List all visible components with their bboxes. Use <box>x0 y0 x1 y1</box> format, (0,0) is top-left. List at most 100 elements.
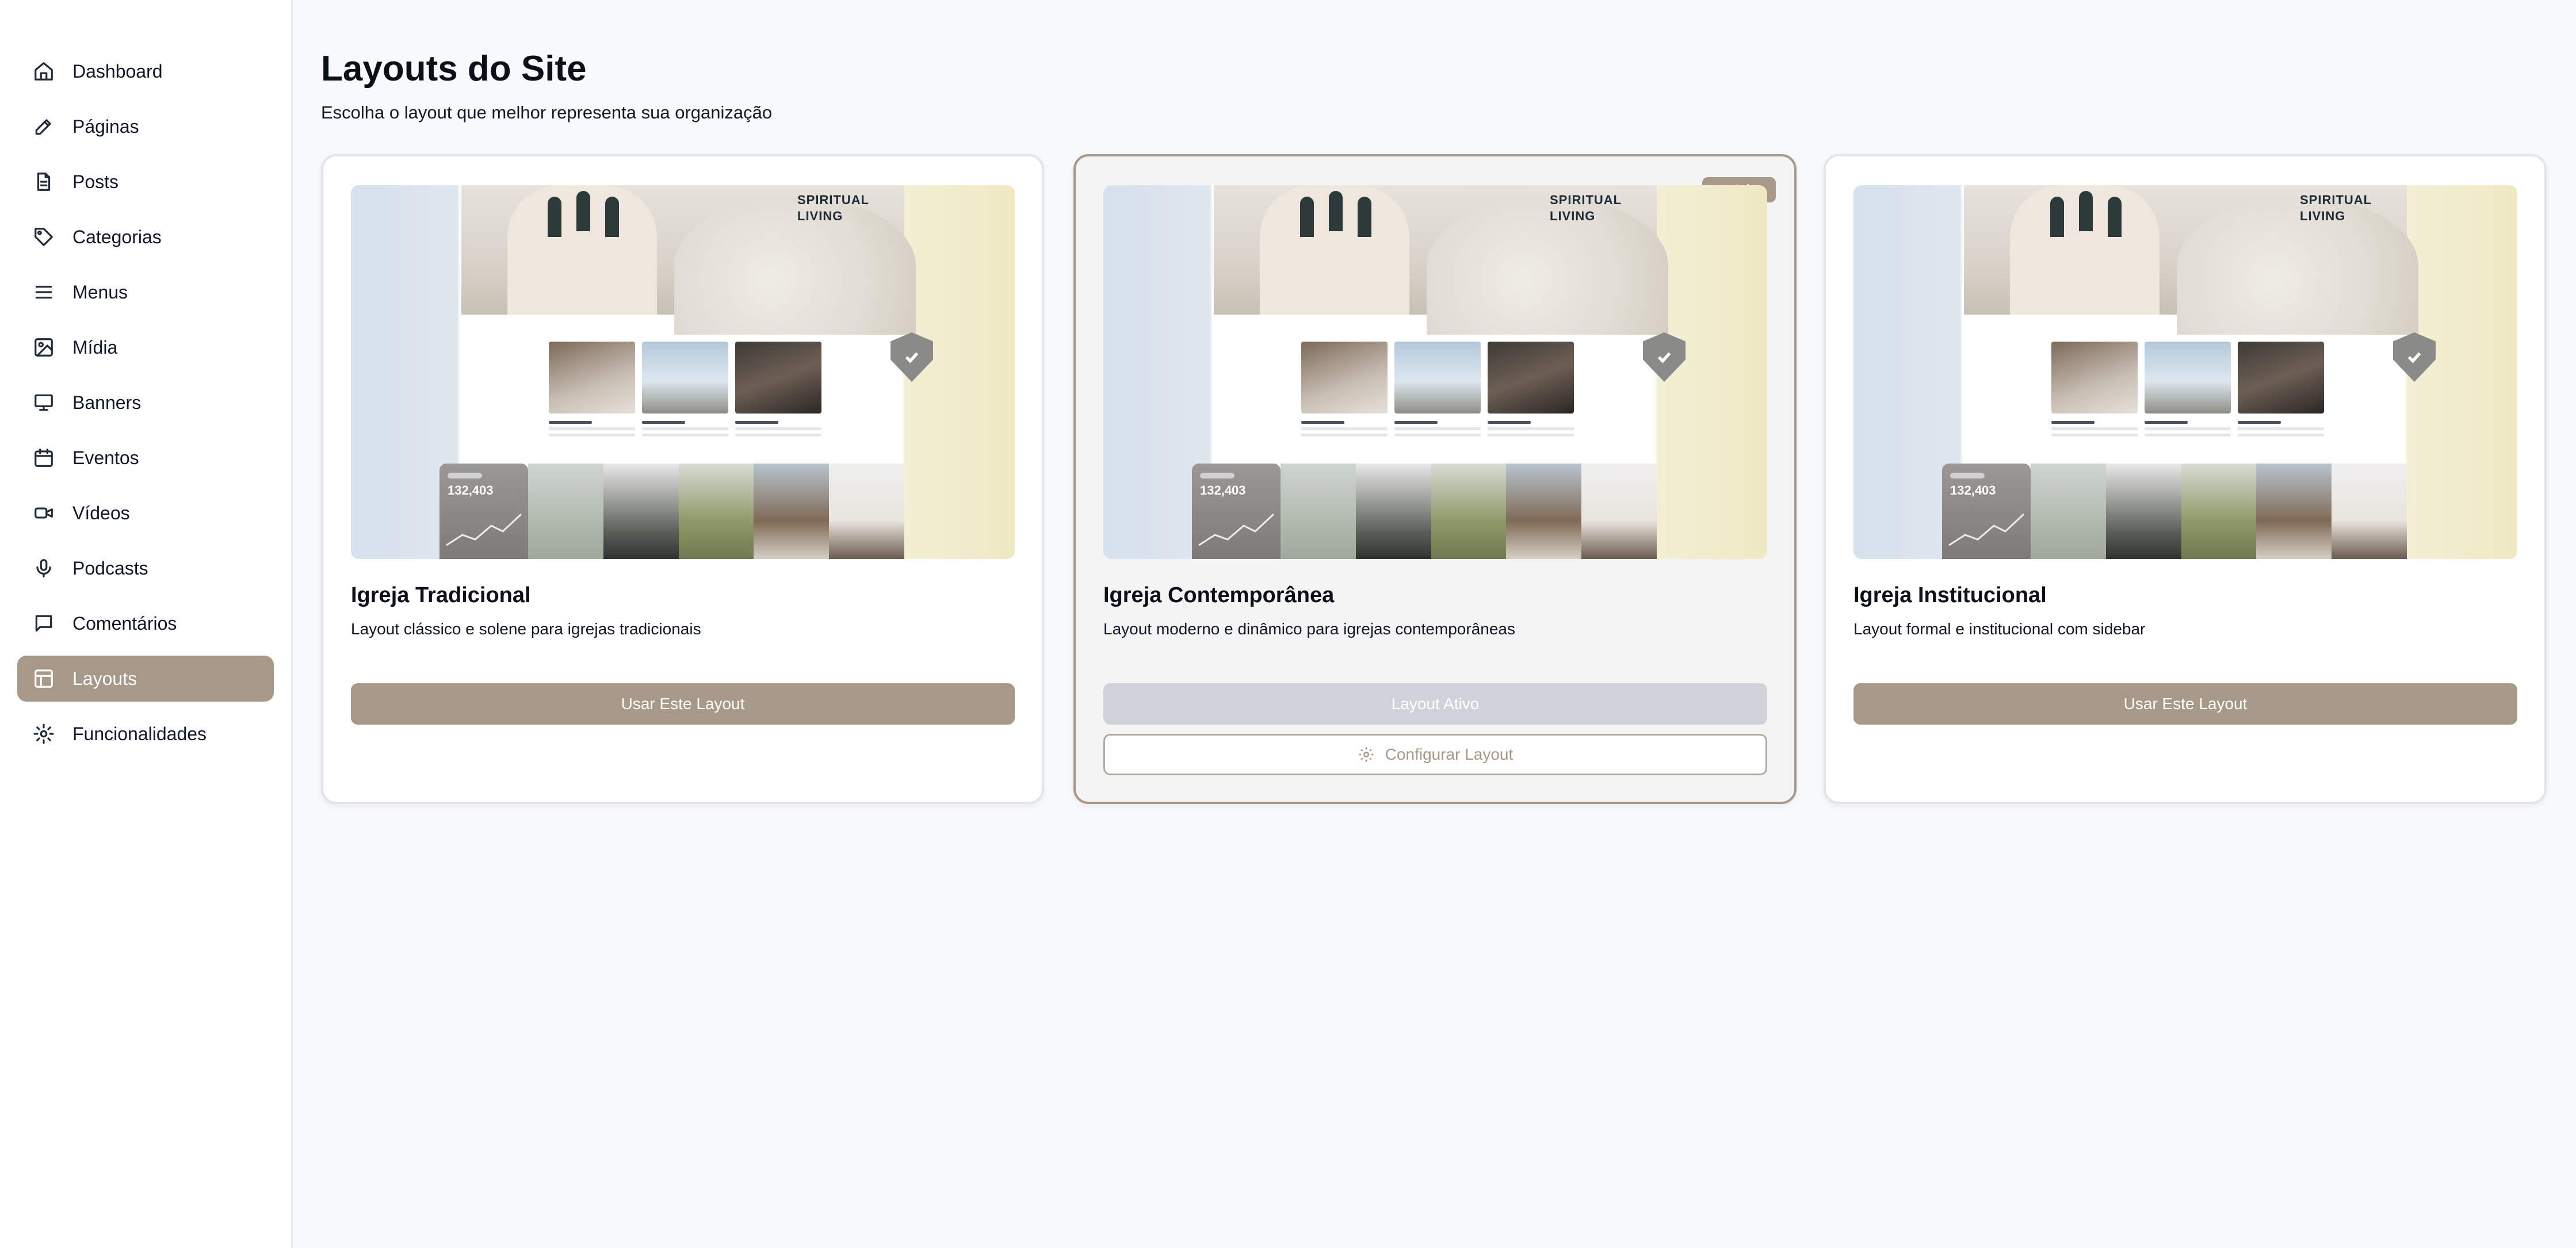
configure-layout-label: Configurar Layout <box>1385 745 1514 763</box>
preview-photo-strip <box>1281 464 1657 559</box>
sidebar-item-label: Layouts <box>72 668 137 689</box>
preview-dome <box>1427 197 1668 335</box>
sidebar-item-menus[interactable]: Menus <box>17 269 274 315</box>
card-title: Igreja Contemporânea <box>1103 583 1335 607</box>
sidebar-item-label: Funcionalidades <box>72 723 207 744</box>
preview-hero-title: SPIRITUAL LIVING <box>1550 192 1622 224</box>
sidebar-item-layouts[interactable]: Layouts <box>17 656 274 702</box>
document-icon <box>32 170 55 193</box>
layout-icon <box>32 667 55 690</box>
sidebar-item-banners[interactable]: Banners <box>17 380 274 426</box>
sidebar-item-posts[interactable]: Posts <box>17 159 274 205</box>
preview-stats-card: 132,403 <box>1942 464 2031 559</box>
preview-tower <box>507 185 657 315</box>
sidebar-item-label: Categorias <box>72 226 162 247</box>
image-icon <box>32 336 55 359</box>
calendar-icon <box>32 446 55 469</box>
preview-thumbnails <box>1301 342 1574 414</box>
sidebar-item-label: Menus <box>72 281 128 303</box>
preview-hero-title: SPIRITUAL LIVING <box>797 192 869 224</box>
preview-dome <box>674 197 916 335</box>
page-title: Layouts do Site <box>321 49 587 89</box>
use-layout-button[interactable]: Usar Este Layout <box>1853 683 2517 725</box>
sidebar-item-dashboard[interactable]: Dashboard <box>17 48 274 94</box>
trend-line-icon <box>446 513 522 546</box>
presentation-icon <box>32 391 55 414</box>
card-description: Layout clássico e solene para igrejas tr… <box>351 620 701 638</box>
preview-stats-card: 132,403 <box>439 464 528 559</box>
preview-text-lines <box>549 421 821 440</box>
card-description: Layout moderno e dinâmico para igrejas c… <box>1103 620 1515 638</box>
preview-thumb <box>642 342 728 414</box>
sidebar-item-label: Posts <box>72 171 119 192</box>
preview-thumb <box>2145 342 2231 414</box>
comment-icon <box>32 612 55 635</box>
active-layout-button: Layout Ativo <box>1103 683 1767 725</box>
tag-icon <box>32 225 55 248</box>
card-description: Layout formal e institucional com sideba… <box>1853 620 2146 638</box>
preview-hero-title-line1: SPIRITUAL <box>1550 193 1622 207</box>
video-icon <box>32 502 55 525</box>
layout-preview-image: SPIRITUAL LIVING 132,403 <box>1853 185 2517 559</box>
preview-hero-title-line2: LIVING <box>2300 209 2346 223</box>
menu-icon <box>32 281 55 304</box>
microphone-icon <box>32 557 55 580</box>
layout-preview-image: SPIRITUAL LIVING 132,403 <box>1103 185 1767 559</box>
sidebar-item-podcasts[interactable]: Podcasts <box>17 545 274 591</box>
preview-stats-card: 132,403 <box>1192 464 1281 559</box>
preview-stat-value: 132,403 <box>448 483 494 497</box>
configure-layout-button[interactable]: Configurar Layout <box>1103 734 1767 775</box>
layout-card-contemporanea: Ativo SPIRITUALLIVING <box>1073 154 1797 804</box>
preview-hero-title-line1: SPIRITUAL <box>2300 193 2372 207</box>
preview-thumb <box>1394 342 1481 414</box>
preview-hero: SPIRITUAL LIVING <box>1214 185 1668 335</box>
layout-preview-image: SPIRITUAL LIVING 132,403 <box>351 185 1015 559</box>
sidebar-item-categorias[interactable]: Categorias <box>17 214 274 260</box>
preview-thumb <box>1488 342 1574 414</box>
trend-line-icon <box>1198 513 1275 546</box>
card-title: Igreja Tradicional <box>351 583 531 607</box>
sidebar-item-label: Páginas <box>72 116 139 137</box>
preview-dome <box>2177 197 2418 335</box>
preview-thumbnails <box>2051 342 2324 414</box>
preview-thumbnails <box>549 342 821 414</box>
sidebar-item-comentarios[interactable]: Comentários <box>17 600 274 646</box>
preview-stat-value: 132,403 <box>1200 483 1246 497</box>
sidebar-item-label: Podcasts <box>72 557 148 579</box>
use-layout-button[interactable]: Usar Este Layout <box>351 683 1015 725</box>
sidebar-item-videos[interactable]: Vídeos <box>17 490 274 536</box>
preview-stat-value: 132,403 <box>1950 483 1996 497</box>
layout-card-tradicional: SPIRITUAL LIVING 132,403 Igreja Tradicio… <box>321 154 1044 804</box>
preview-thumb <box>2051 342 2138 414</box>
sidebar-item-label: Eventos <box>72 447 139 468</box>
preview-hero-title-line1: SPIRITUAL <box>797 193 870 207</box>
sidebar-item-label: Mídia <box>72 336 118 358</box>
layout-card-institucional: SPIRITUAL LIVING 132,403 Igreja Instituc… <box>1824 154 2547 804</box>
sidebar-item-midia[interactable]: Mídia <box>17 324 274 370</box>
preview-hero: SPIRITUAL LIVING <box>1964 185 2418 335</box>
shield-check-icon <box>890 332 933 382</box>
preview-hero-title-line2: LIVING <box>1550 209 1596 223</box>
gear-icon <box>32 722 55 745</box>
preview-thumb <box>1301 342 1388 414</box>
gear-icon <box>1359 747 1374 762</box>
shield-check-icon <box>2393 332 2436 382</box>
trend-line-icon <box>1948 513 2025 546</box>
sidebar-item-label: Comentários <box>72 612 177 634</box>
preview-photo-strip <box>528 464 904 559</box>
sidebar-item-funcionalidades[interactable]: Funcionalidades <box>17 711 274 757</box>
sidebar-item-paginas[interactable]: Páginas <box>17 104 274 150</box>
pencil-icon <box>32 115 55 138</box>
sidebar: Dashboard Páginas Posts Categorias Menus… <box>0 0 293 1248</box>
preview-hero: SPIRITUAL LIVING <box>461 185 916 335</box>
preview-thumb <box>549 342 635 414</box>
layout-cards: SPIRITUAL LIVING 132,403 Igreja Tradicio… <box>321 154 2547 804</box>
sidebar-item-label: Dashboard <box>72 60 163 82</box>
preview-hero-title: SPIRITUAL LIVING <box>2300 192 2372 224</box>
card-title: Igreja Institucional <box>1853 583 2047 607</box>
sidebar-item-eventos[interactable]: Eventos <box>17 435 274 481</box>
preview-thumb <box>735 342 821 414</box>
preview-tower <box>1260 185 1409 315</box>
sidebar-item-label: Vídeos <box>72 502 130 523</box>
sidebar-item-label: Banners <box>72 392 142 413</box>
